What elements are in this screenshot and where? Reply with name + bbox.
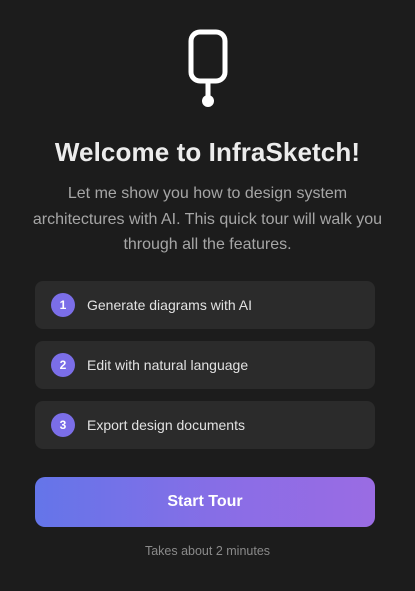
feature-label: Generate diagrams with AI bbox=[87, 297, 252, 313]
step-number-badge: 1 bbox=[51, 293, 75, 317]
step-number-badge: 2 bbox=[51, 353, 75, 377]
logo bbox=[0, 28, 415, 110]
welcome-modal: Welcome to InfraSketch! Let me show you … bbox=[0, 0, 415, 591]
feature-item-edit: 2 Edit with natural language bbox=[35, 341, 375, 389]
feature-label: Export design documents bbox=[87, 417, 245, 433]
step-number-badge: 3 bbox=[51, 413, 75, 437]
feature-item-export: 3 Export design documents bbox=[35, 401, 375, 449]
page-title: Welcome to InfraSketch! bbox=[54, 137, 361, 167]
probe-logo-icon bbox=[188, 29, 227, 107]
feature-label: Edit with natural language bbox=[87, 357, 249, 373]
intro-text: Let me show you how to design system arc… bbox=[32, 185, 383, 253]
duration-note: Takes about 2 minutes bbox=[144, 544, 271, 558]
start-tour-button[interactable]: Start Tour bbox=[35, 477, 375, 527]
feature-list: 1 Generate diagrams with AI 2 Edit with … bbox=[35, 281, 375, 449]
feature-item-generate: 1 Generate diagrams with AI bbox=[35, 281, 375, 329]
